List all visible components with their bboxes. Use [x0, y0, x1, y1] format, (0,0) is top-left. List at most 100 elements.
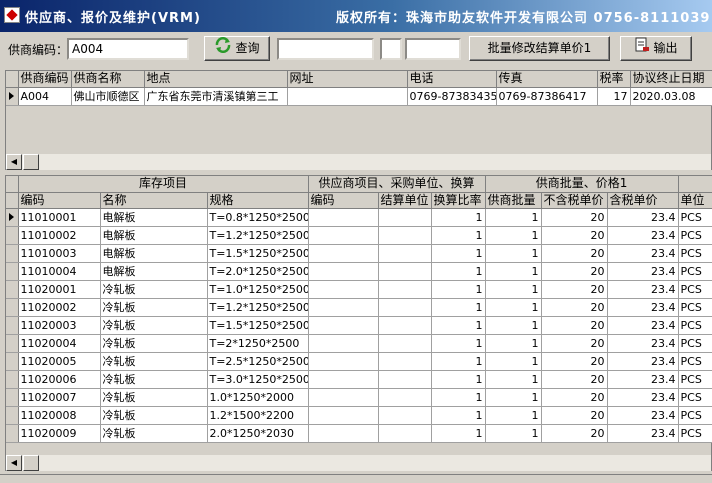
table-cell[interactable]: 11020005 — [18, 352, 101, 371]
table-cell[interactable] — [378, 280, 432, 299]
table-cell[interactable]: 0769-87383435 — [407, 87, 497, 106]
table-cell[interactable]: 电解板 — [100, 208, 208, 227]
table-cell[interactable] — [378, 244, 432, 263]
table-cell[interactable]: PCS — [678, 208, 712, 227]
table-cell[interactable]: 1 — [431, 244, 486, 263]
table-cell[interactable] — [308, 280, 379, 299]
table-cell[interactable]: 20 — [541, 370, 608, 389]
table-cell[interactable]: PCS — [678, 424, 712, 443]
table-cell[interactable]: 20 — [541, 280, 608, 299]
table-cell[interactable]: T=1.5*1250*2500 — [207, 244, 309, 263]
table-cell[interactable]: 1 — [431, 388, 486, 407]
table-cell[interactable]: 0769-87386417 — [496, 87, 598, 106]
filter-input-1[interactable] — [277, 38, 374, 60]
table-cell[interactable]: 20 — [541, 316, 608, 335]
table-cell[interactable] — [308, 406, 379, 425]
query-button[interactable]: 查询 — [204, 36, 270, 61]
table-cell[interactable] — [308, 226, 379, 245]
table-cell[interactable]: 佛山市顺德区 — [71, 87, 145, 106]
table-cell[interactable]: 1 — [431, 316, 486, 335]
scroll-left-icon[interactable]: ◀ — [6, 154, 22, 170]
column-header[interactable]: 供商名称 — [71, 71, 145, 88]
table-cell[interactable]: 20 — [541, 352, 608, 371]
table-cell[interactable]: 1.0*1250*2000 — [207, 388, 309, 407]
table-row[interactable]: 11020009 冷轧板 2.0*1250*2030 1 1 20 23.4 PCS — [6, 424, 712, 443]
table-cell[interactable]: 11010002 — [18, 226, 101, 245]
table-cell[interactable]: 23.4 — [607, 298, 679, 317]
table-cell[interactable] — [378, 370, 432, 389]
table-cell[interactable]: 11020008 — [18, 406, 101, 425]
column-header[interactable]: 编码 — [308, 192, 379, 209]
filter-input-3[interactable] — [405, 38, 461, 60]
table-cell[interactable]: 1.2*1500*2200 — [207, 406, 309, 425]
table-cell[interactable] — [308, 370, 379, 389]
table-cell[interactable] — [308, 208, 379, 227]
table-cell[interactable]: 11010001 — [18, 208, 101, 227]
table-cell[interactable]: PCS — [678, 298, 712, 317]
table-cell[interactable]: PCS — [678, 226, 712, 245]
table-cell[interactable]: T=1.5*1250*2500 — [207, 316, 309, 335]
table-cell[interactable] — [378, 424, 432, 443]
table-cell[interactable]: 23.4 — [607, 262, 679, 281]
table-cell[interactable] — [378, 298, 432, 317]
table-row[interactable]: A004 佛山市顺德区 广东省东莞市清溪镇第三工 0769-87383435 0… — [6, 87, 712, 106]
table-cell[interactable]: 11020001 — [18, 280, 101, 299]
column-header[interactable]: 供商编码 — [18, 71, 72, 88]
table-cell[interactable] — [308, 334, 379, 353]
table-cell[interactable]: 1 — [485, 388, 542, 407]
table-row[interactable]: 11010001 电解板 T=0.8*1250*2500 1 1 20 23.4 PCS — [6, 208, 712, 227]
column-header[interactable]: 换算比率 — [431, 192, 486, 209]
table-row[interactable]: 11020002 冷轧板 T=1.2*1250*2500 1 1 20 23.4 PCS — [6, 298, 712, 317]
table-cell[interactable]: 1 — [485, 424, 542, 443]
table-cell[interactable]: 1 — [485, 298, 542, 317]
table-cell[interactable]: T=1.0*1250*2500 — [207, 280, 309, 299]
column-header[interactable]: 不含税单价 — [541, 192, 608, 209]
table-cell[interactable]: 17 — [597, 87, 631, 106]
table-cell[interactable]: PCS — [678, 334, 712, 353]
table-cell[interactable]: T=2*1250*2500 — [207, 334, 309, 353]
table-cell[interactable]: 1 — [431, 208, 486, 227]
scroll-left-icon[interactable]: ◀ — [6, 455, 22, 471]
table-cell[interactable]: 1 — [485, 406, 542, 425]
scroll-thumb[interactable] — [23, 154, 39, 170]
table-cell[interactable] — [378, 352, 432, 371]
table-cell[interactable]: T=2.5*1250*2500 — [207, 352, 309, 371]
supplier-horizontal-scrollbar[interactable]: ◀ — [6, 153, 711, 170]
table-cell[interactable] — [378, 406, 432, 425]
table-cell[interactable]: 1 — [485, 352, 542, 371]
table-cell[interactable]: 冷轧板 — [100, 334, 208, 353]
table-cell[interactable] — [378, 208, 432, 227]
table-cell[interactable]: 冷轧板 — [100, 388, 208, 407]
scroll-thumb[interactable] — [23, 455, 39, 471]
table-cell[interactable]: 1 — [485, 244, 542, 263]
table-cell[interactable]: 11020003 — [18, 316, 101, 335]
table-cell[interactable]: 冷轧板 — [100, 352, 208, 371]
table-cell[interactable]: T=1.2*1250*2500 — [207, 226, 309, 245]
table-cell[interactable]: 1 — [485, 208, 542, 227]
table-cell[interactable] — [378, 388, 432, 407]
table-cell[interactable]: PCS — [678, 316, 712, 335]
table-cell[interactable]: 1 — [431, 370, 486, 389]
table-cell[interactable] — [378, 334, 432, 353]
table-cell[interactable]: 2.0*1250*2030 — [207, 424, 309, 443]
table-row[interactable]: 11020005 冷轧板 T=2.5*1250*2500 1 1 20 23.4 PCS — [6, 352, 712, 371]
table-cell[interactable]: 23.4 — [607, 208, 679, 227]
table-cell[interactable]: 1 — [485, 280, 542, 299]
table-row[interactable]: 11020006 冷轧板 T=3.0*1250*2500 1 1 20 23.4 PCS — [6, 370, 712, 389]
column-header[interactable]: 协议终止日期 — [630, 71, 712, 88]
table-cell[interactable]: 20 — [541, 208, 608, 227]
table-cell[interactable]: 23.4 — [607, 244, 679, 263]
table-cell[interactable]: T=3.0*1250*2500 — [207, 370, 309, 389]
column-header[interactable]: 结算单位 — [378, 192, 432, 209]
table-cell[interactable]: 1 — [431, 298, 486, 317]
table-cell[interactable] — [308, 352, 379, 371]
table-cell[interactable] — [287, 87, 408, 106]
table-cell[interactable]: 11020009 — [18, 424, 101, 443]
table-cell[interactable]: 11010004 — [18, 262, 101, 281]
table-cell[interactable]: 20 — [541, 226, 608, 245]
table-cell[interactable]: 1 — [431, 262, 486, 281]
table-cell[interactable]: PCS — [678, 244, 712, 263]
column-header[interactable]: 供商批量 — [485, 192, 542, 209]
table-cell[interactable] — [378, 316, 432, 335]
table-row[interactable]: 11020008 冷轧板 1.2*1500*2200 1 1 20 23.4 PCS — [6, 406, 712, 425]
